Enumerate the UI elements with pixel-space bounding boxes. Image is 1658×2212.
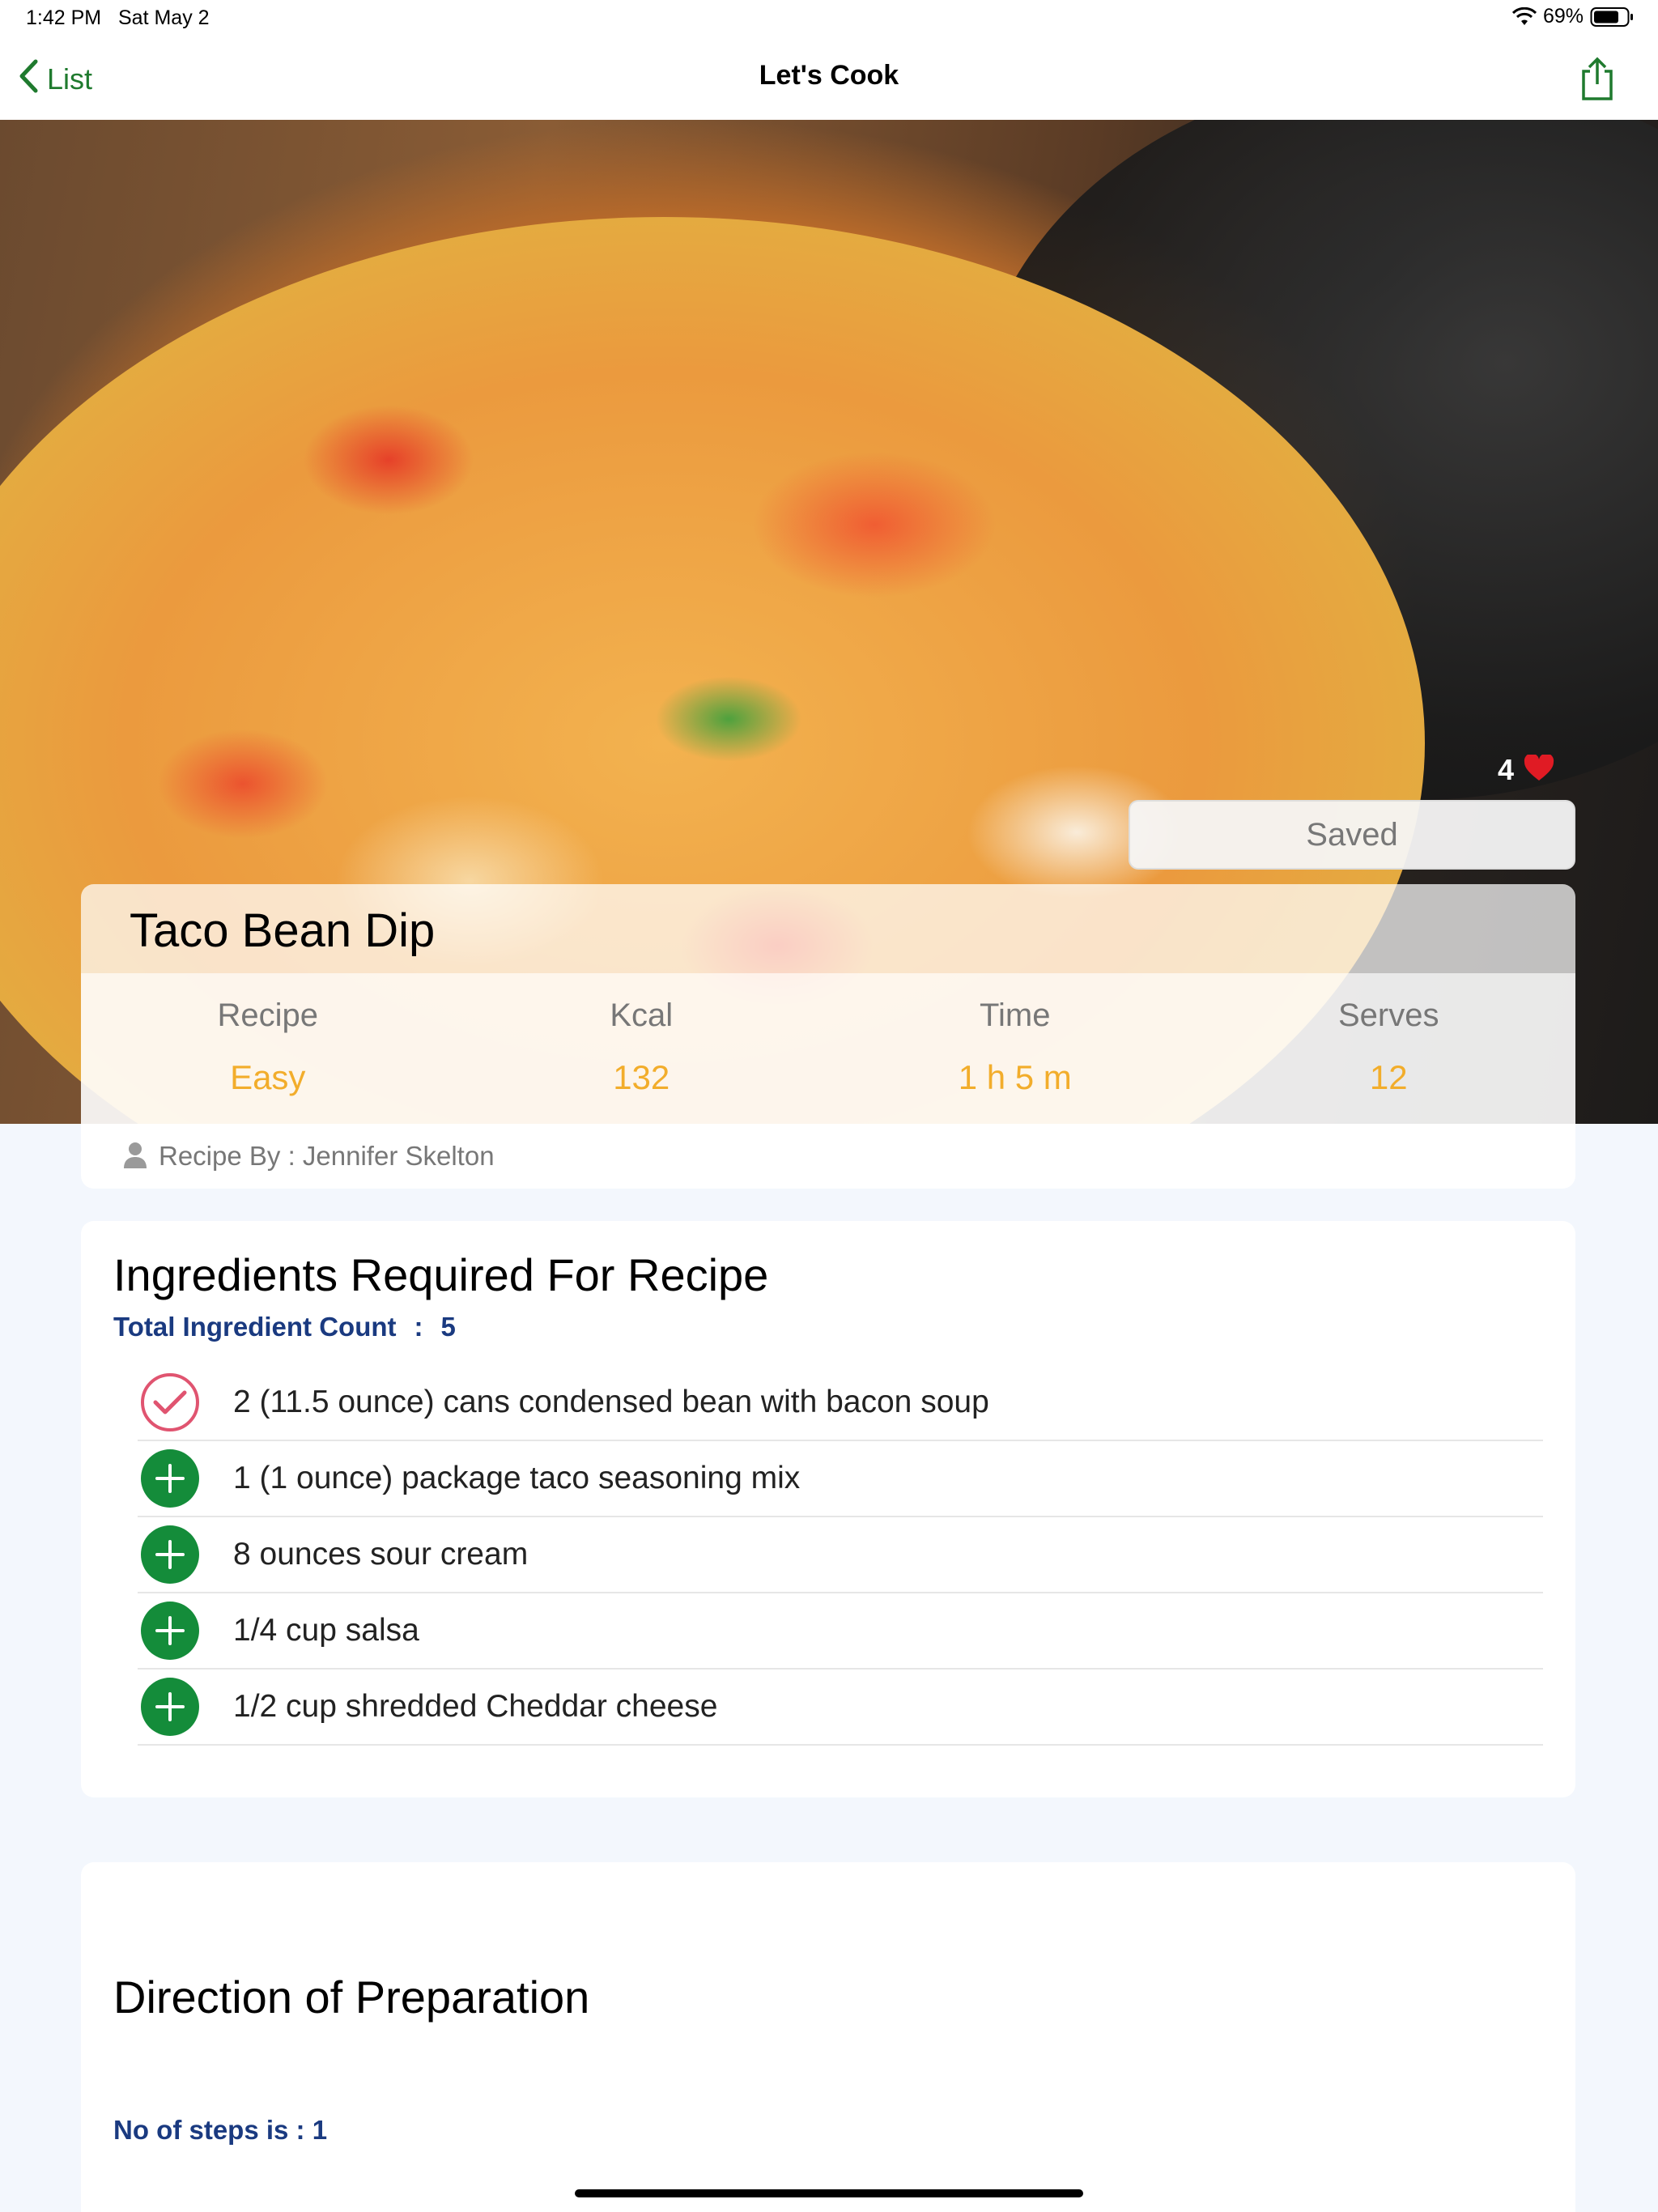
- recipe-title-bar: Taco Bean Dip: [81, 884, 1575, 973]
- ingredient-item: 1/4 cup salsa: [138, 1593, 1543, 1670]
- ingredient-text: 1/4 cup salsa: [233, 1613, 419, 1648]
- recipe-author: Recipe By : Jennifer Skelton: [159, 1141, 495, 1171]
- stat-value: Easy: [230, 1058, 306, 1096]
- plus-circle-icon[interactable]: [141, 1525, 199, 1584]
- recipe-title: Taco Bean Dip: [130, 904, 436, 957]
- stat-label: Kcal: [610, 998, 674, 1033]
- directions-card: Direction of Preparation No of steps is …: [81, 1862, 1575, 2212]
- ingredient-item: 2 (11.5 ounce) cans condensed bean with …: [138, 1365, 1543, 1441]
- ingredient-item: 1 (1 ounce) package taco seasoning mix: [138, 1441, 1543, 1517]
- checkmark-circle-icon[interactable]: [141, 1373, 199, 1431]
- status-indicators: 69%: [1511, 5, 1634, 28]
- ingredient-text: 2 (11.5 ounce) cans condensed bean with …: [233, 1385, 989, 1419]
- stat-label: Serves: [1338, 998, 1439, 1033]
- stat-label: Time: [980, 998, 1051, 1033]
- share-button[interactable]: [1579, 57, 1616, 102]
- directions-step-count: No of steps is : 1: [113, 2115, 328, 2145]
- stat-value: 12: [1369, 1058, 1408, 1096]
- ingredient-count-label: Total Ingredient Count: [113, 1312, 397, 1342]
- ingredient-item: 8 ounces sour cream: [138, 1517, 1543, 1593]
- plus-circle-icon[interactable]: [141, 1678, 199, 1736]
- favorite-count: 4: [1498, 753, 1515, 786]
- ingredient-text: 8 ounces sour cream: [233, 1537, 529, 1572]
- ingredient-text: 1/2 cup shredded Cheddar cheese: [233, 1689, 718, 1724]
- ingredient-count-separator: :: [414, 1312, 423, 1342]
- battery-icon: [1590, 6, 1634, 28]
- heart-icon[interactable]: [1524, 752, 1554, 786]
- stat-label: Recipe: [217, 998, 318, 1033]
- ingredient-text: 1 (1 ounce) package taco seasoning mix: [233, 1461, 801, 1495]
- stat-difficulty: Recipe Easy: [81, 973, 455, 1124]
- stat-kcal: Kcal 132: [455, 973, 829, 1124]
- nav-title: Let's Cook: [759, 60, 899, 91]
- favorite-row[interactable]: 4: [1498, 752, 1554, 787]
- share-icon: [1579, 57, 1616, 105]
- ingredients-card: Ingredients Required For Recipe Total In…: [81, 1221, 1575, 1797]
- recipe-author-row: Recipe By : Jennifer Skelton: [81, 1124, 1575, 1189]
- ingredients-heading: Ingredients Required For Recipe: [113, 1249, 769, 1300]
- stat-serves: Serves 12: [1202, 973, 1576, 1124]
- ingredient-list: 2 (11.5 ounce) cans condensed bean with …: [138, 1365, 1543, 1746]
- ingredient-item: 1/2 cup shredded Cheddar cheese: [138, 1670, 1543, 1746]
- ingredient-count: Total Ingredient Count : 5: [113, 1312, 456, 1342]
- ingredient-count-value: 5: [440, 1312, 456, 1342]
- status-bar: 1:42 PM Sat May 2 69%: [0, 0, 1658, 39]
- plus-circle-icon[interactable]: [141, 1449, 199, 1508]
- stat-time: Time 1 h 5 m: [828, 973, 1202, 1124]
- plus-circle-icon[interactable]: [141, 1602, 199, 1660]
- wifi-icon: [1511, 6, 1537, 27]
- recipe-stats: Recipe Easy Kcal 132 Time 1 h 5 m Serves…: [81, 973, 1575, 1124]
- recipe-summary-card: Taco Bean Dip Recipe Easy Kcal 132 Time …: [81, 884, 1575, 1189]
- navigation-bar: List Let's Cook: [0, 39, 1658, 120]
- saved-button[interactable]: Saved: [1129, 800, 1575, 870]
- status-time: 1:42 PM: [26, 6, 102, 29]
- status-date: Sat May 2: [118, 6, 210, 29]
- directions-heading: Direction of Preparation: [113, 1972, 590, 2023]
- battery-percent: 69%: [1542, 5, 1584, 28]
- stat-value: 1 h 5 m: [958, 1058, 1072, 1096]
- user-icon: [123, 1141, 147, 1172]
- stat-value: 132: [613, 1058, 670, 1096]
- home-indicator[interactable]: [575, 2189, 1083, 2197]
